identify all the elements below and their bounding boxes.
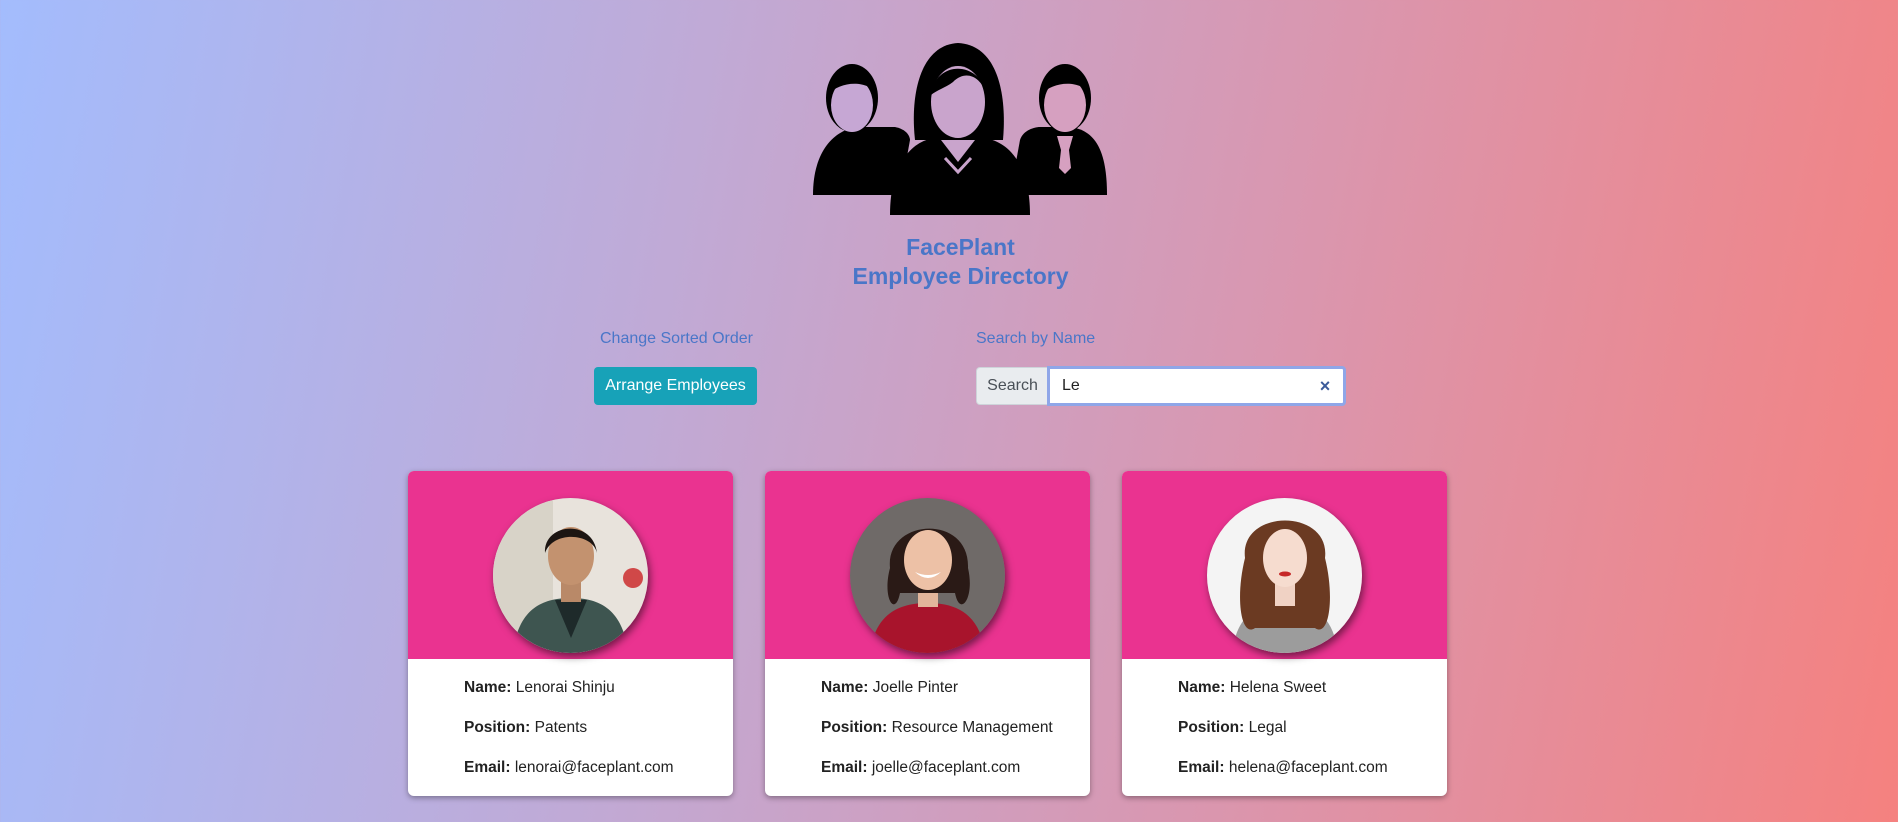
position-label: Position: bbox=[1178, 719, 1245, 736]
employee-email: helena@faceplant.com bbox=[1228, 759, 1388, 776]
employee-position-row: Position: Legal bbox=[1178, 719, 1447, 759]
email-label: Email: bbox=[1178, 759, 1225, 776]
name-label: Name: bbox=[464, 679, 512, 696]
email-label: Email: bbox=[464, 759, 511, 776]
team-logo-icon bbox=[813, 43, 1107, 215]
employee-card: Name: Lenorai Shinju Position: Patents E… bbox=[408, 471, 733, 796]
employee-position-row: Position: Patents bbox=[464, 719, 733, 759]
employee-email-row: Email: lenorai@faceplant.com bbox=[464, 759, 733, 796]
employee-card: Name: Joelle Pinter Position: Resource M… bbox=[765, 471, 1090, 796]
arrange-employees-button[interactable]: Arrange Employees bbox=[594, 367, 757, 405]
clear-search-icon[interactable]: × bbox=[1316, 377, 1334, 395]
name-label: Name: bbox=[821, 679, 869, 696]
page-title: Employee Directory bbox=[852, 263, 1069, 289]
employee-position: Resource Management bbox=[891, 719, 1053, 736]
employee-name: Joelle Pinter bbox=[872, 679, 958, 696]
employee-email: joelle@faceplant.com bbox=[871, 759, 1021, 776]
card-header bbox=[1122, 471, 1447, 659]
employee-photo bbox=[850, 498, 1005, 653]
name-label: Name: bbox=[1178, 679, 1226, 696]
employee-name-row: Name: Lenorai Shinju bbox=[464, 679, 733, 719]
card-header bbox=[408, 471, 733, 659]
employee-name: Helena Sweet bbox=[1229, 679, 1327, 696]
position-label: Position: bbox=[464, 719, 531, 736]
employee-email-row: Email: helena@faceplant.com bbox=[1178, 759, 1447, 796]
employee-position: Legal bbox=[1248, 719, 1287, 736]
brand-title: FacePlant bbox=[906, 234, 1015, 260]
employee-name-row: Name: Helena Sweet bbox=[1178, 679, 1447, 719]
search-prefix: Search bbox=[976, 367, 1048, 405]
employee-photo bbox=[493, 498, 648, 653]
email-label: Email: bbox=[821, 759, 868, 776]
employee-card: Name: Helena Sweet Position: Legal Email… bbox=[1122, 471, 1447, 796]
sort-label: Change Sorted Order bbox=[600, 330, 753, 347]
employee-name-row: Name: Joelle Pinter bbox=[821, 679, 1090, 719]
search-label: Search by Name bbox=[976, 330, 1096, 347]
employee-position-row: Position: Resource Management bbox=[821, 719, 1090, 759]
search-input[interactable] bbox=[1047, 366, 1346, 406]
employee-position: Patents bbox=[534, 719, 588, 736]
card-header bbox=[765, 471, 1090, 659]
position-label: Position: bbox=[821, 719, 888, 736]
employee-email: lenorai@faceplant.com bbox=[514, 759, 674, 776]
employee-name: Lenorai Shinju bbox=[515, 679, 615, 696]
employee-email-row: Email: joelle@faceplant.com bbox=[821, 759, 1090, 796]
employee-photo bbox=[1207, 498, 1362, 653]
